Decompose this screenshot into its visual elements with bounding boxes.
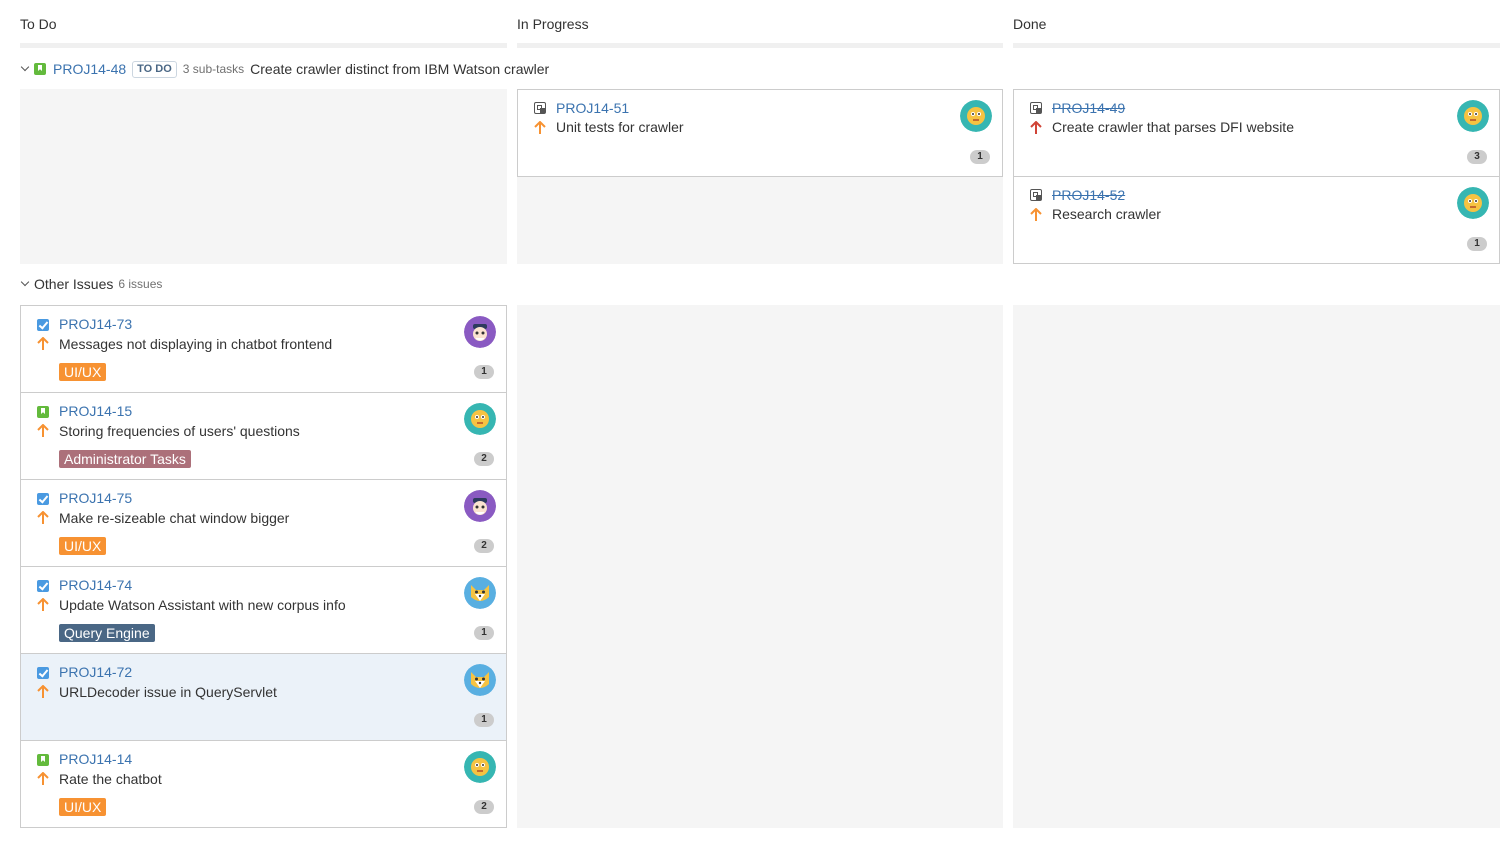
estimate-badge: 1: [474, 713, 494, 727]
estimate-badge: 1: [474, 626, 494, 640]
column-title: Done: [1013, 16, 1047, 32]
avatar[interactable]: [464, 751, 496, 783]
column-drop-zone-todo: [20, 89, 507, 264]
estimate-badge: 3: [1467, 150, 1487, 164]
column-title: To Do: [20, 16, 57, 32]
estimate-badge: 2: [474, 800, 494, 814]
estimate-badge: 2: [474, 539, 494, 553]
story-icon: [37, 754, 49, 766]
epic-label[interactable]: Administrator Tasks: [59, 450, 191, 468]
issue-card[interactable]: PROJ14-73 Messages not displaying in cha…: [20, 305, 507, 393]
column-drop-zone-in-progress: [517, 305, 1003, 828]
avatar[interactable]: [464, 577, 496, 609]
priority-major-icon: [37, 511, 49, 524]
issue-key[interactable]: PROJ14-51: [556, 100, 629, 116]
issue-key[interactable]: PROJ14-15: [59, 403, 132, 419]
issue-card[interactable]: PROJ14-15 Storing frequencies of users' …: [20, 392, 507, 480]
column-header-done: Done: [1013, 0, 1500, 48]
estimate-badge: 2: [474, 452, 494, 466]
column-title: In Progress: [517, 16, 589, 32]
task-icon: [37, 580, 49, 592]
subtask-icon: [1030, 102, 1042, 114]
priority-major-icon: [37, 337, 49, 350]
column-header-in-progress: In Progress: [517, 0, 1003, 48]
parent-issue-key[interactable]: PROJ14-48: [53, 61, 126, 77]
avatar[interactable]: [1457, 187, 1489, 219]
issue-summary: Update Watson Assistant with new corpus …: [59, 597, 346, 613]
epic-label[interactable]: UI/UX: [59, 363, 107, 381]
issue-card[interactable]: PROJ14-74 Update Watson Assistant with n…: [20, 566, 507, 654]
issue-summary: Make re-sizeable chat window bigger: [59, 510, 290, 526]
swimlane-title: Other Issues: [34, 276, 114, 292]
issue-card[interactable]: PROJ14-72 URLDecoder issue in QueryServl…: [20, 653, 507, 741]
issue-key[interactable]: PROJ14-72: [59, 664, 132, 680]
issue-summary: URLDecoder issue in QueryServlet: [59, 684, 277, 700]
issue-card[interactable]: PROJ14-52 Research crawler 1: [1013, 176, 1500, 264]
issue-summary: Rate the chatbot: [59, 771, 162, 787]
issue-key[interactable]: PROJ14-14: [59, 751, 132, 767]
swimlane-header-other-issues[interactable]: Other Issues 6 issues: [20, 273, 168, 295]
estimate-badge: 1: [970, 150, 990, 164]
issue-key[interactable]: PROJ14-75: [59, 490, 132, 506]
status-badge: TO DO: [132, 60, 177, 78]
issue-summary: Messages not displaying in chatbot front…: [59, 336, 333, 352]
epic-label[interactable]: UI/UX: [59, 537, 107, 555]
priority-major-icon: [37, 772, 49, 785]
subtask-count: 3 sub-tasks: [182, 62, 245, 76]
avatar[interactable]: [1457, 100, 1489, 132]
avatar[interactable]: [464, 664, 496, 696]
issue-count: 6 issues: [118, 277, 163, 291]
issue-key[interactable]: PROJ14-73: [59, 316, 132, 332]
task-icon: [37, 319, 49, 331]
chevron-down-icon[interactable]: [20, 63, 32, 75]
subtask-icon: [1030, 189, 1042, 201]
avatar[interactable]: [464, 490, 496, 522]
issue-card[interactable]: PROJ14-49 Create crawler that parses DFI…: [1013, 89, 1500, 177]
swimlane-header-parent[interactable]: PROJ14-48 TO DO 3 sub-tasks Create crawl…: [20, 58, 549, 80]
priority-major-icon: [37, 424, 49, 437]
parent-issue-summary: Create crawler distinct from IBM Watson …: [250, 61, 550, 77]
issue-card[interactable]: PROJ14-14 Rate the chatbot 2 UI/UX: [20, 740, 507, 828]
issue-summary: Create crawler that parses DFI website: [1052, 119, 1294, 135]
epic-label[interactable]: Query Engine: [59, 624, 155, 642]
issue-summary: Unit tests for crawler: [556, 119, 684, 135]
priority-major-icon: [37, 598, 49, 611]
priority-critical-icon: [1030, 121, 1042, 134]
issue-summary: Research crawler: [1052, 206, 1161, 222]
estimate-badge: 1: [1467, 237, 1487, 251]
priority-major-icon: [534, 121, 546, 134]
issue-key[interactable]: PROJ14-74: [59, 577, 132, 593]
avatar[interactable]: [960, 100, 992, 132]
priority-major-icon: [37, 685, 49, 698]
issue-key[interactable]: PROJ14-52: [1052, 187, 1125, 203]
epic-label[interactable]: UI/UX: [59, 798, 107, 816]
issue-card[interactable]: PROJ14-51 Unit tests for crawler 1: [517, 89, 1003, 177]
avatar[interactable]: [464, 403, 496, 435]
avatar[interactable]: [464, 316, 496, 348]
subtask-icon: [534, 102, 546, 114]
story-icon: [34, 63, 46, 75]
priority-major-icon: [1030, 208, 1042, 221]
task-icon: [37, 493, 49, 505]
task-icon: [37, 667, 49, 679]
issue-card[interactable]: PROJ14-75 Make re-sizeable chat window b…: [20, 479, 507, 567]
issue-key[interactable]: PROJ14-49: [1052, 100, 1125, 116]
story-icon: [37, 406, 49, 418]
chevron-down-icon[interactable]: [20, 278, 32, 290]
estimate-badge: 1: [474, 365, 494, 379]
column-drop-zone-done: [1013, 305, 1500, 828]
issue-summary: Storing frequencies of users' questions: [59, 423, 300, 439]
column-header-todo: To Do: [20, 0, 507, 48]
